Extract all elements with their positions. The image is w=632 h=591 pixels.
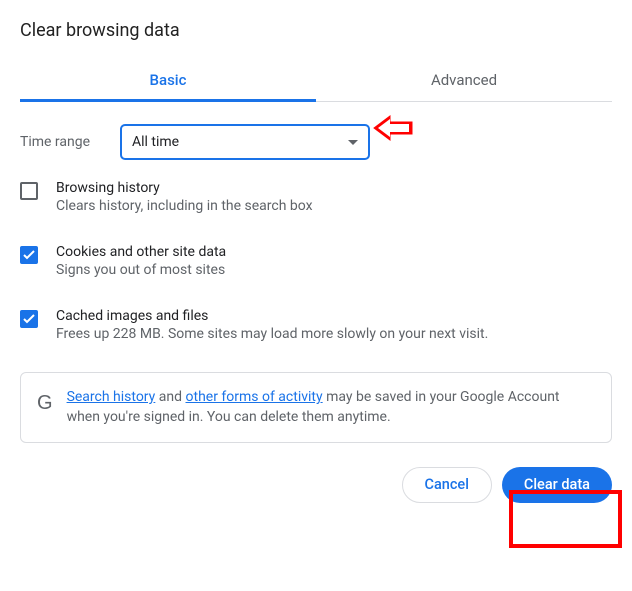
tabs: Basic Advanced: [20, 59, 612, 102]
search-history-link[interactable]: Search history: [67, 389, 156, 405]
time-range-value: All time: [132, 134, 179, 150]
other-activity-link[interactable]: other forms of activity: [186, 389, 323, 405]
time-range-label: Time range: [20, 134, 120, 150]
option-title: Browsing history: [56, 180, 313, 196]
dialog-actions: Cancel Clear data: [0, 443, 632, 521]
info-text: and: [155, 389, 185, 405]
options-list: Browsing history Clears history, includin…: [20, 180, 612, 342]
tab-basic[interactable]: Basic: [20, 59, 316, 101]
option-row: Cookies and other site data Signs you out…: [20, 244, 612, 278]
google-account-info: G Search history and other forms of acti…: [20, 372, 612, 443]
dialog-title: Clear browsing data: [20, 20, 612, 41]
time-range-select[interactable]: All time: [120, 124, 370, 160]
option-title: Cached images and files: [56, 308, 488, 324]
option-checkbox[interactable]: [20, 310, 38, 328]
option-description: Clears history, including in the search …: [56, 198, 313, 214]
option-description: Signs you out of most sites: [56, 262, 226, 278]
tab-advanced[interactable]: Advanced: [316, 59, 612, 101]
option-row: Cached images and files Frees up 228 MB. …: [20, 308, 612, 342]
cancel-button[interactable]: Cancel: [402, 467, 492, 503]
chevron-down-icon: [348, 134, 358, 150]
clear-data-button[interactable]: Clear data: [502, 467, 612, 503]
option-row: Browsing history Clears history, includin…: [20, 180, 612, 214]
option-checkbox[interactable]: [20, 182, 38, 200]
option-checkbox[interactable]: [20, 246, 38, 264]
option-description: Frees up 228 MB. Some sites may load mor…: [56, 326, 488, 342]
google-logo-icon: G: [37, 389, 53, 418]
option-title: Cookies and other site data: [56, 244, 226, 260]
